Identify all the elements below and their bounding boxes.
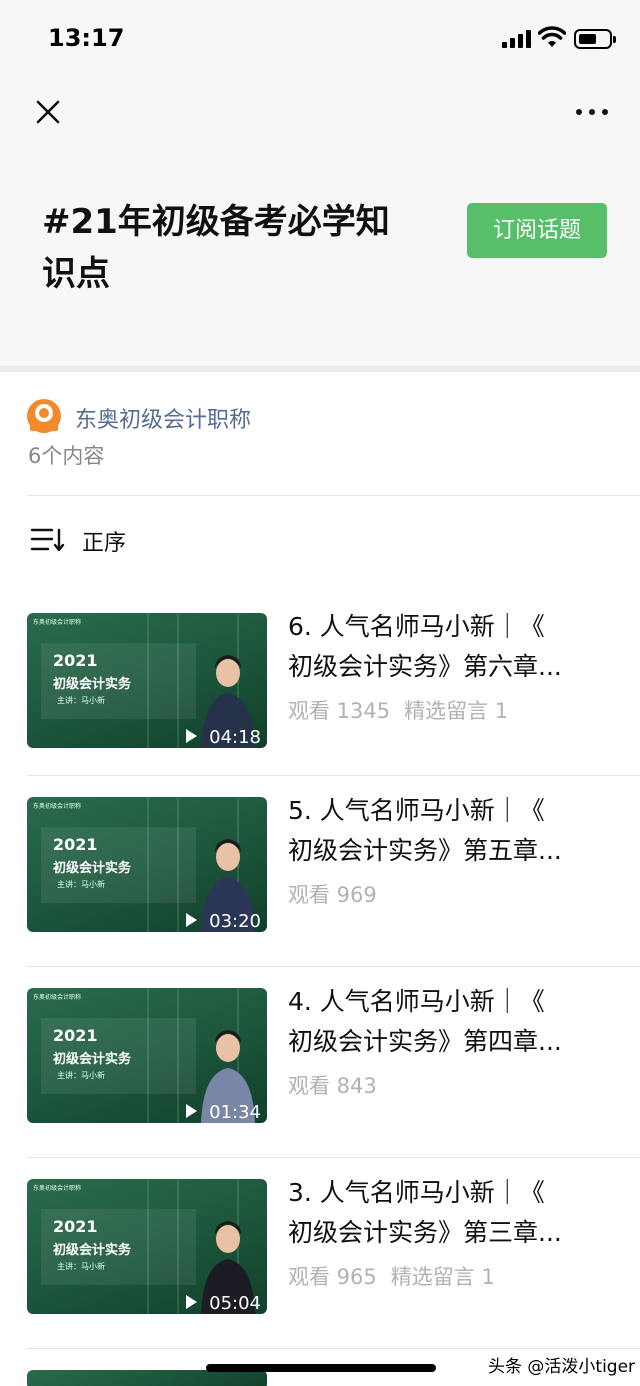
divider (27, 1348, 640, 1349)
list-item[interactable]: 东奥初级会计职称 2021 初级会计实务 主讲：马小新 01:34 4. 人气名… (0, 972, 640, 1164)
video-thumbnail[interactable]: 东奥初级会计职称 2021 初级会计实务 主讲：马小新 04:18 (27, 613, 267, 748)
play-icon (186, 1104, 197, 1118)
status-time: 13:17 (48, 24, 125, 52)
thumbnail-course: 初级会计实务 (53, 1243, 132, 1258)
list-item[interactable]: 东奥初级会计职称 2021 初级会计实务 主讲：马小新 04:18 6. 人气名… (0, 597, 640, 789)
thumbnail-lecturer: 主讲：马小新 (57, 880, 105, 889)
thumbnail-lecturer: 主讲：马小新 (57, 1262, 105, 1271)
sort-label: 正序 (82, 531, 127, 556)
sort-toggle[interactable]: 正序 (0, 497, 640, 587)
account-name[interactable]: 东奥初级会计职称 (75, 402, 251, 434)
divider (27, 1157, 640, 1158)
thumbnail-year: 2021 (53, 1217, 98, 1236)
item-meta: 观看 1345 精选留言 1 (288, 695, 508, 725)
video-duration: 03:20 (209, 911, 261, 932)
item-meta: 观看 965 精选留言 1 (288, 1261, 495, 1291)
account-info: 东奥初级会计职称 6个内容 (0, 372, 640, 496)
thumbnail-year: 2021 (53, 835, 98, 854)
content-count: 6个内容 (28, 444, 105, 468)
item-title: 5. 人气名师马小新｜《 初级会计实务》第五章... (288, 796, 562, 865)
divider (27, 775, 640, 776)
thumbnail-lecturer: 主讲：马小新 (57, 696, 105, 705)
topic-header: #21年初级备考必学知识点 订阅话题 (0, 78, 640, 366)
thumbnail-brand: 东奥初级会计职称 (33, 619, 82, 626)
item-meta: 观看 843 (288, 1070, 391, 1100)
account-logo-icon[interactable] (27, 399, 61, 433)
item-title: 3. 人气名师马小新｜《 初级会计实务》第三章... (288, 1178, 562, 1247)
video-duration: 01:34 (209, 1102, 261, 1123)
video-thumbnail[interactable]: 东奥初级会计职称 2021 初级会计实务 主讲：马小新 05:04 (27, 1179, 267, 1314)
video-duration: 04:18 (209, 727, 261, 748)
thumbnail-year: 2021 (53, 1026, 98, 1045)
thumbnail-brand: 东奥初级会计职称 (33, 1185, 82, 1192)
sort-order-icon (30, 528, 65, 552)
close-icon[interactable] (32, 96, 64, 128)
list-item[interactable]: 东奥初级会计职称 2021 初级会计实务 主讲：马小新 05:04 3. 人气名… (0, 1163, 640, 1355)
thumbnail-lecturer: 主讲：马小新 (57, 1071, 105, 1080)
battery-level (579, 34, 596, 44)
video-thumbnail-partial[interactable] (27, 1370, 267, 1386)
watermark: 头条 @活泼小tiger (488, 1357, 636, 1377)
thumbnail-course: 初级会计实务 (53, 677, 132, 692)
thumbnail-course: 初级会计实务 (53, 1052, 132, 1067)
wifi-icon (538, 26, 566, 47)
play-icon (186, 1295, 197, 1309)
video-duration: 05:04 (209, 1293, 261, 1314)
video-thumbnail[interactable]: 东奥初级会计职称 2021 初级会计实务 主讲：马小新 01:34 (27, 988, 267, 1123)
view-count: 观看 965 (288, 1265, 377, 1289)
view-count: 观看 843 (288, 1074, 377, 1098)
list-item[interactable]: 东奥初级会计职称 2021 初级会计实务 主讲：马小新 03:20 5. 人气名… (0, 781, 640, 973)
view-count: 观看 1345 (288, 699, 391, 723)
more-icon[interactable] (574, 102, 610, 122)
signal-icon (502, 30, 532, 48)
subscribe-button[interactable]: 订阅话题 (467, 203, 607, 258)
play-icon (186, 729, 197, 743)
home-indicator[interactable] (206, 1364, 436, 1372)
item-meta: 观看 969 (288, 879, 391, 909)
comment-count: 精选留言 1 (390, 1265, 495, 1289)
divider (27, 966, 640, 967)
thumbnail-brand: 东奥初级会计职称 (33, 994, 82, 1001)
page-title: #21年初级备考必学知识点 (42, 202, 390, 294)
video-thumbnail[interactable]: 东奥初级会计职称 2021 初级会计实务 主讲：马小新 03:20 (27, 797, 267, 932)
thumbnail-course: 初级会计实务 (53, 861, 132, 876)
divider (27, 495, 640, 496)
thumbnail-year: 2021 (53, 651, 98, 670)
status-bar: 13:17 (0, 0, 640, 78)
comment-count: 精选留言 1 (404, 699, 509, 723)
battery-icon (574, 29, 616, 49)
thumbnail-brand: 东奥初级会计职称 (33, 803, 82, 810)
item-title: 4. 人气名师马小新｜《 初级会计实务》第四章... (288, 987, 562, 1056)
view-count: 观看 969 (288, 883, 377, 907)
play-icon (186, 913, 197, 927)
item-title: 6. 人气名师马小新｜《 初级会计实务》第六章... (288, 612, 562, 681)
